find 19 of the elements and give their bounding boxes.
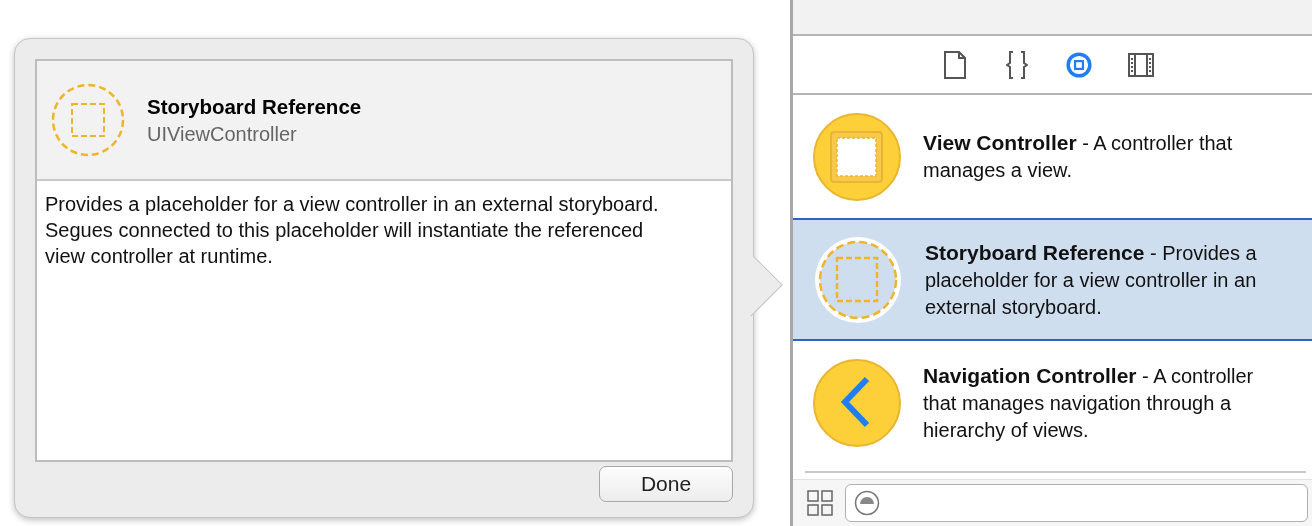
popover-description: Provides a placeholder for a view controller in an external storyboard. Segues connected to this placeholder will instantiate the referenced view controller at runtime. (44, 192, 660, 269)
filter-field[interactable] (845, 484, 1308, 522)
file-icon[interactable] (941, 50, 968, 79)
filter-icon (854, 490, 880, 516)
item-description: View Controller - A controller that manages a view. (923, 130, 1234, 183)
braces-icon[interactable] (1003, 50, 1030, 79)
popover-title: Storyboard Reference (147, 94, 362, 119)
film-icon[interactable] (1127, 50, 1154, 79)
item-description: Storyboard Reference - Provides a placeholder for a view controller in an external storyboard. (925, 239, 1258, 320)
library-item[interactable]: Storyboard Reference - Provides a placeholder for a view controller in an external storyboard. (793, 218, 1312, 341)
popover-subtitle: UIViewController (147, 122, 298, 146)
grid-icon[interactable] (807, 490, 833, 516)
view-controller-icon (813, 112, 901, 201)
object-icon[interactable] (1065, 50, 1092, 79)
dashed-circle-icon (51, 83, 125, 157)
item-description: Navigation Controller - A controller that manages navigation through a hierarchy of views. (923, 362, 1255, 443)
done-button[interactable]: Done (599, 465, 733, 502)
back-chevron-icon (813, 358, 901, 447)
dashed-circle-icon (813, 234, 903, 325)
